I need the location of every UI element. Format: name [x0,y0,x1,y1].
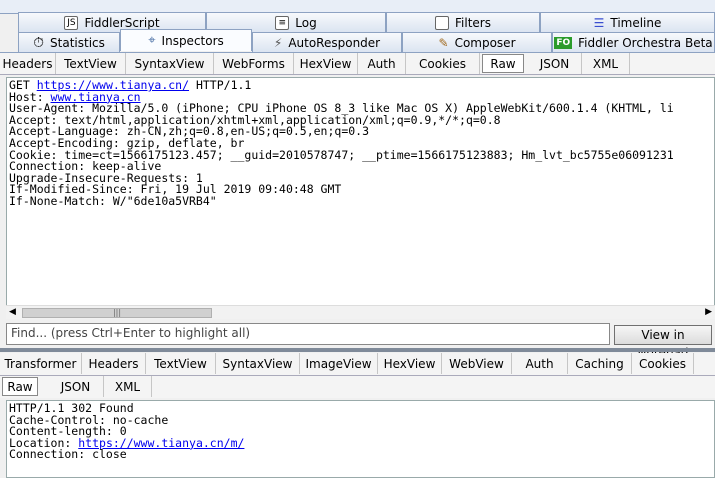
resp-tab-imageview[interactable]: ImageView [300,353,378,374]
request-protocol: HTTP/1.1 [189,78,252,92]
timeline-icon: ☰ [593,15,605,30]
tab-inspectors[interactable]: ⌖ Inspectors [120,29,252,51]
tab-fiddler-orchestra[interactable]: FO Fiddler Orchestra Beta [552,32,715,52]
lightning-icon: ⚡ [273,35,283,50]
resp-tab-hexview[interactable]: HexView [378,353,442,374]
response-line: Connection: close [9,447,127,462]
resp-tab-headers[interactable]: Headers [82,353,146,374]
resp-tab-json[interactable]: JSON [48,376,104,397]
resp-tab-auth[interactable]: Auth [512,353,568,374]
tab-label: AutoResponder [288,35,381,50]
response-tabs: Transformer Headers TextView SyntaxView … [0,353,715,376]
tab-label: Fiddler Orchestra Beta [578,35,713,50]
top-tabs-row-1-strip: JS FiddlerScript ≡ Log Filters ☰ Timelin… [0,12,715,32]
request-tabs: Headers TextView SyntaxView WebForms Hex… [0,53,715,75]
stopwatch-icon: ⏱ [33,34,45,51]
inspect-icon: ⌖ [148,33,156,48]
tab-autoresponder[interactable]: ⚡ AutoResponder [252,32,402,52]
request-raw-text[interactable]: GET https://www.tianya.cn/ HTTP/1.1 Host:… [6,77,715,307]
js-icon: JS [64,15,79,30]
view-in-notepad-button[interactable]: View in Notepad [614,325,712,360]
find-input[interactable]: Find... (press Ctrl+Enter to highlight a… [6,323,610,345]
top-tabs-row-2: ⏱ Statistics ⌖ Inspectors ⚡ AutoResponde… [0,29,715,53]
req-tab-headers[interactable]: Headers [0,53,56,74]
resp-tab-caching[interactable]: Caching [568,353,632,374]
resp-tab-transformer[interactable]: Transformer [0,353,82,374]
tab-label: FiddlerScript [84,15,160,30]
resp-tab-webview[interactable]: WebView [442,353,512,374]
response-raw-text[interactable]: HTTP/1.1 302 Found Cache-Control: no-cach… [6,400,715,478]
req-tab-raw[interactable]: Raw [482,54,524,73]
req-tab-textview[interactable]: TextView [56,53,126,74]
tab-composer[interactable]: ✎ Composer [402,32,552,52]
resp-tab-raw[interactable]: Raw [2,377,38,396]
req-tab-syntaxview[interactable]: SyntaxView [126,53,214,74]
resp-tab-cookies[interactable]: Cookies [632,353,694,374]
checkbox-icon [435,15,449,30]
resp-tab-xml[interactable]: XML [104,376,152,397]
tab-filters[interactable]: Filters [386,12,540,32]
req-tab-json[interactable]: JSON [528,53,582,74]
fo-icon: FO [554,36,573,49]
tab-statistics[interactable]: ⏱ Statistics [18,32,120,52]
scroll-left-icon[interactable]: ◀ [9,307,16,317]
req-tab-webforms[interactable]: WebForms [214,53,294,74]
horizontal-scrollbar[interactable]: ◀ ||| ▶ [6,305,715,319]
response-tabs-row-2: Raw JSON XML [0,376,715,398]
resp-tab-textview[interactable]: TextView [146,353,216,374]
tab-label: Filters [455,15,491,30]
tab-label: Timeline [610,15,662,30]
header-line: If-None-Match: W/"6de10a5VRB4" [9,193,217,208]
req-tab-auth[interactable]: Auth [358,53,406,74]
scroll-right-icon[interactable]: ▶ [705,307,712,317]
scroll-thumb[interactable]: ||| [22,308,212,318]
req-tab-hexview[interactable]: HexView [294,53,358,74]
tab-label: Composer [454,35,516,50]
tab-label: Inspectors [161,33,224,48]
tab-timeline[interactable]: ☰ Timeline [540,12,715,32]
tab-label: Statistics [50,35,105,50]
req-tab-xml[interactable]: XML [582,53,630,74]
tab-label: Log [295,15,317,30]
req-tab-cookies[interactable]: Cookies [406,53,480,74]
resp-tab-syntaxview[interactable]: SyntaxView [216,353,300,374]
log-icon: ≡ [275,15,290,30]
pane-splitter[interactable] [0,348,715,352]
pencil-icon: ✎ [438,35,449,50]
